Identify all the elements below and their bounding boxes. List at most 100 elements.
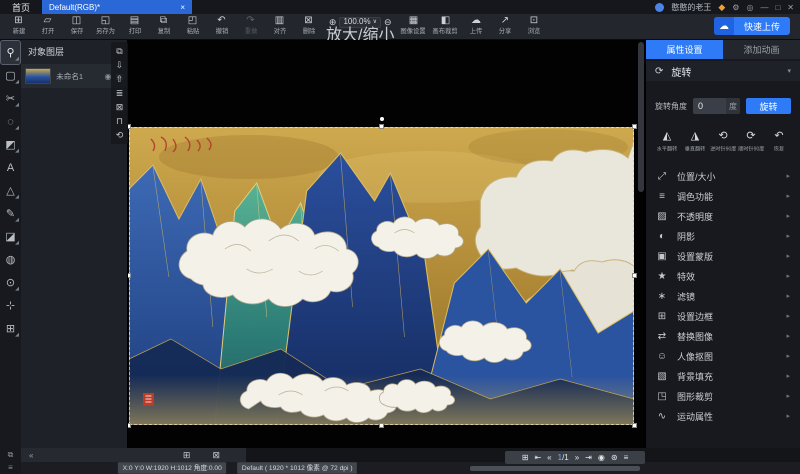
image-settings-button[interactable]: ▦图像设置 xyxy=(397,16,429,35)
resize-handle-tm[interactable] xyxy=(379,124,384,129)
section-mask[interactable]: ▣设置蒙版▸ xyxy=(646,246,800,266)
resize-handle-tl[interactable] xyxy=(128,124,131,129)
tab-document[interactable]: Default(RGB)* × xyxy=(42,0,192,14)
avatar[interactable] xyxy=(655,3,664,12)
shape-tool[interactable]: △◢ xyxy=(1,179,20,202)
pen-tool[interactable]: ✎◢ xyxy=(1,202,20,225)
undo-button[interactable]: ↶撤销 xyxy=(207,16,236,35)
first-frame-icon[interactable]: ⇤ xyxy=(534,453,541,462)
lasso-tool[interactable]: ◌◢ xyxy=(1,110,20,133)
tab-add-animation[interactable]: 添加动画 xyxy=(723,40,800,59)
text-tool[interactable]: A xyxy=(1,156,20,179)
rotate-handle[interactable] xyxy=(380,117,384,121)
username[interactable]: 憨憨的老王 xyxy=(671,2,711,13)
target-icon[interactable]: ⊛ xyxy=(611,453,618,462)
move-down-icon[interactable]: ⇩ xyxy=(116,58,124,72)
save-as-button[interactable]: ◱另存为 xyxy=(91,16,120,35)
chevron-down-icon[interactable]: ▾ xyxy=(787,67,791,75)
section-border[interactable]: ⊞设置边框▸ xyxy=(646,306,800,326)
rotate-section-header[interactable]: ⟳ 旋转 ▾ xyxy=(646,61,800,81)
zoom-tool[interactable]: ⚲◢ xyxy=(1,41,20,64)
hand-tool[interactable]: ⊹ xyxy=(1,294,20,317)
copy-button[interactable]: ⧉复制 xyxy=(149,16,178,35)
minimize-button[interactable]: — xyxy=(760,3,768,12)
align-button[interactable]: ▥对齐 xyxy=(265,16,294,35)
vertical-scrollbar[interactable] xyxy=(638,42,644,192)
flatten-icon[interactable]: ≣ xyxy=(116,86,124,100)
restore-button[interactable]: ↶恢复 xyxy=(765,129,793,153)
expand-icon[interactable]: ⊞ xyxy=(522,453,529,462)
section-shadow[interactable]: ◐阴影▸ xyxy=(646,226,800,246)
vip-icon[interactable]: ◆ xyxy=(718,2,725,13)
section-background-fill[interactable]: ▧背景填充▸ xyxy=(646,366,800,386)
fill-tool[interactable]: ◩◢ xyxy=(1,133,20,156)
section-color-adjust[interactable]: ≡调色功能▸ xyxy=(646,186,800,206)
section-filters[interactable]: ∗滤镜▸ xyxy=(646,286,800,306)
zoom-in-icon[interactable]: ⊕ xyxy=(329,18,337,27)
flip-horizontal-button[interactable]: ◭水平翻转 xyxy=(653,129,681,153)
layers-icon[interactable]: ⧉ xyxy=(8,450,14,460)
delete-frame-icon[interactable]: ⊠ xyxy=(212,450,220,461)
save-button[interactable]: ◫保存 xyxy=(62,16,91,35)
smudge-tool[interactable]: ◍ xyxy=(1,248,20,271)
section-effects[interactable]: ★特效▸ xyxy=(646,266,800,286)
resize-handle-mr[interactable] xyxy=(632,273,637,278)
collapse-icon[interactable]: « xyxy=(29,451,33,460)
rotate-angle-input[interactable]: 0 度 xyxy=(693,98,740,114)
resize-handle-br[interactable] xyxy=(632,423,637,428)
reset-view-icon[interactable]: ⟲ xyxy=(116,128,124,142)
section-motion-properties[interactable]: ∿运动属性▸ xyxy=(646,406,800,426)
doc-tab-close-icon[interactable]: × xyxy=(180,3,185,12)
resize-handle-bl[interactable] xyxy=(128,423,131,428)
zoom-level-select[interactable]: 100.0%∨ xyxy=(339,17,381,28)
open-button[interactable]: ▱打开 xyxy=(33,16,62,35)
new-button[interactable]: ⊞新建 xyxy=(4,16,33,35)
menu-icon[interactable]: ≡ xyxy=(8,463,13,472)
cut-tool[interactable]: ✂◢ xyxy=(1,87,20,110)
record-icon[interactable]: ◉ xyxy=(598,453,605,462)
rotate-apply-button[interactable]: 旋转 xyxy=(746,98,791,114)
tab-properties[interactable]: 属性设置 xyxy=(646,40,723,59)
share-button[interactable]: ↗分享 xyxy=(490,16,519,35)
move-up-icon[interactable]: ⇧ xyxy=(116,72,124,86)
section-replace-image[interactable]: ⇄替换图像▸ xyxy=(646,326,800,346)
paste-button[interactable]: ◰粘贴 xyxy=(178,16,207,35)
trash-icon[interactable]: ⊠ xyxy=(116,100,124,114)
maximize-button[interactable]: □ xyxy=(775,3,780,12)
last-frame-icon[interactable]: ⇥ xyxy=(585,453,592,462)
eraser-tool[interactable]: ◪◢ xyxy=(1,225,20,248)
horizontal-scrollbar[interactable] xyxy=(470,466,640,471)
resize-handle-ml[interactable] xyxy=(128,273,131,278)
canvas-crop-button[interactable]: ◧画布裁剪 xyxy=(429,16,461,35)
section-portrait-cutout[interactable]: ☺人像抠图▸ xyxy=(646,346,800,366)
rotate-cw-90-button[interactable]: ⟳顺时针90度 xyxy=(737,129,765,153)
delete-button[interactable]: ⊠删除 xyxy=(294,16,323,35)
print-button[interactable]: ▤打印 xyxy=(120,16,149,35)
next-frame-icon[interactable]: » xyxy=(575,453,579,462)
close-button[interactable]: ✕ xyxy=(787,3,794,12)
marquee-select-tool[interactable]: ▢◢ xyxy=(1,64,20,87)
settings-icon[interactable]: ⚙ xyxy=(732,3,739,12)
stamp-tool[interactable]: ⊙◢ xyxy=(1,271,20,294)
upload-button[interactable]: ☁上传 xyxy=(461,16,490,35)
resize-handle-tr[interactable] xyxy=(632,124,637,129)
section-position-size[interactable]: ⤢位置/大小▸ xyxy=(646,166,800,186)
layer-stack-icon[interactable]: ⧉ xyxy=(116,44,122,58)
add-frame-icon[interactable]: ⊞ xyxy=(183,450,191,461)
artwork-layer[interactable] xyxy=(129,127,634,425)
zoom-out-icon[interactable]: ⊖ xyxy=(384,18,392,27)
tab-home[interactable]: 首页 xyxy=(0,1,42,14)
prev-frame-icon[interactable]: « xyxy=(547,453,551,462)
lock-icon[interactable]: ⊓ xyxy=(116,114,123,128)
resize-handle-bm[interactable] xyxy=(379,423,384,428)
quick-upload-button[interactable]: ☁ 快速上传 xyxy=(714,17,790,35)
rotate-ccw-90-button[interactable]: ⟲逆时针90度 xyxy=(709,129,737,153)
redo-button[interactable]: ↷重做 xyxy=(236,16,265,35)
browse-button[interactable]: ⊡浏览 xyxy=(519,16,548,35)
section-shape-crop[interactable]: ◳图形裁剪▸ xyxy=(646,386,800,406)
mesh-tool[interactable]: ⊞◢ xyxy=(1,317,20,340)
section-opacity[interactable]: ▨不透明度▸ xyxy=(646,206,800,226)
list-menu-icon[interactable]: ≡ xyxy=(624,453,629,462)
flip-vertical-button[interactable]: ◮垂直翻转 xyxy=(681,129,709,153)
canvas[interactable] xyxy=(128,40,645,448)
